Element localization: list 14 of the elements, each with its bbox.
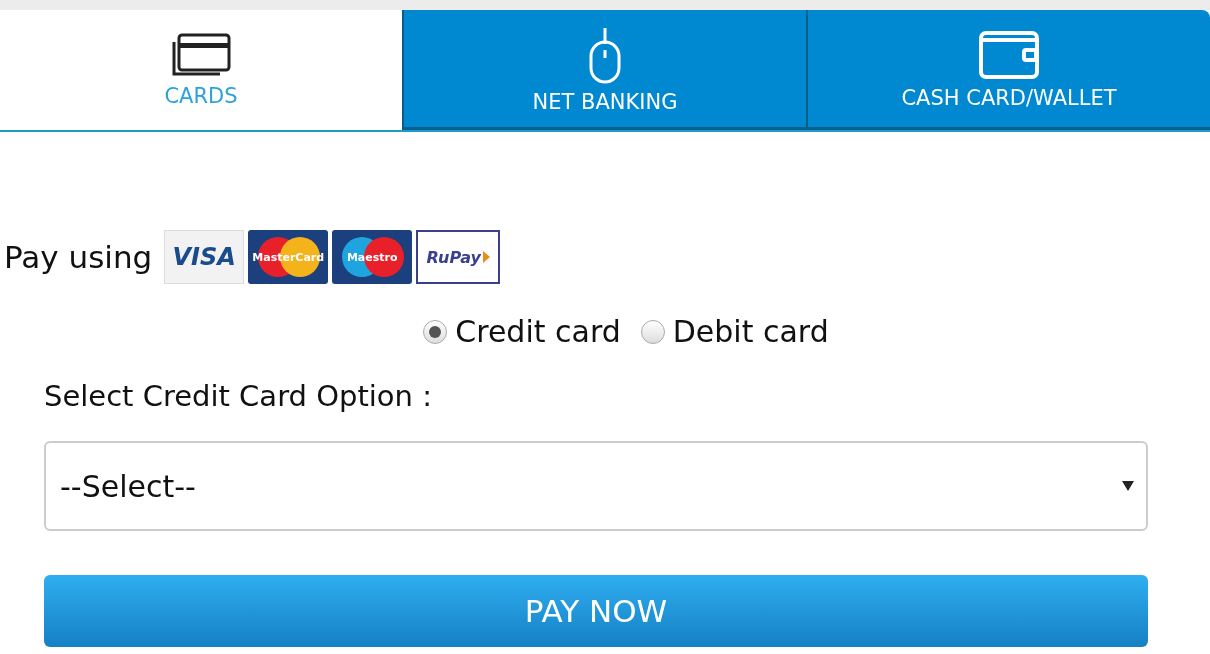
credit-card-icon bbox=[170, 32, 232, 78]
dropdown-caret-icon bbox=[1122, 481, 1134, 491]
card-option-select[interactable]: --Select-- bbox=[44, 441, 1148, 531]
payment-tab[interactable]: CASH CARD/WALLET bbox=[806, 10, 1210, 130]
payment-tab[interactable]: NET BANKING bbox=[402, 10, 806, 130]
card-type-radio[interactable]: Debit card bbox=[640, 314, 829, 349]
option-label: Select Credit Card Option : bbox=[44, 379, 433, 413]
rupay-logo: RuPay bbox=[416, 230, 501, 284]
visa-logo: VISA bbox=[164, 230, 245, 284]
card-type-radio[interactable]: Credit card bbox=[423, 314, 621, 349]
pay-using-label: Pay using bbox=[4, 239, 153, 275]
wallet-icon bbox=[978, 30, 1040, 80]
pay-now-button[interactable]: PAY NOW bbox=[44, 575, 1148, 647]
mouse-icon bbox=[587, 26, 623, 84]
